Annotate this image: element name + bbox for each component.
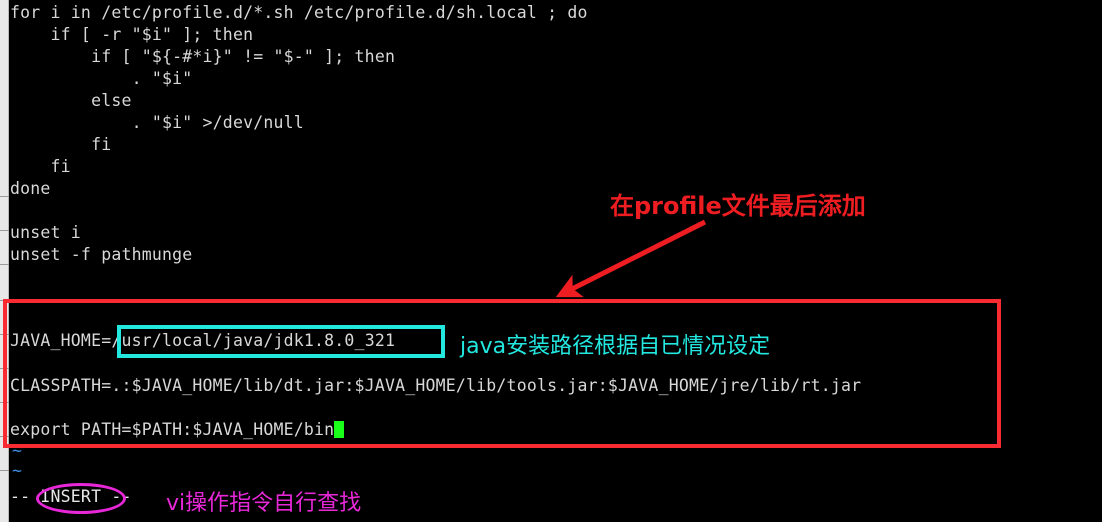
terminal-line: if [ -r "$i" ]; then bbox=[10, 25, 254, 44]
terminal-text-area: for i in /etc/profile.d/*.sh /etc/profil… bbox=[10, 0, 1102, 522]
terminal-line: unset -f pathmunge bbox=[10, 245, 193, 264]
scrollbar-tick bbox=[0, 230, 9, 231]
scrollbar-tick bbox=[0, 402, 9, 403]
terminal-line: else bbox=[10, 91, 132, 110]
scrollbar-tick bbox=[0, 300, 9, 301]
scrollbar-tick bbox=[0, 196, 9, 197]
terminal-line: done bbox=[10, 179, 51, 198]
java-home-prefix: JAVA_HOME= bbox=[10, 331, 112, 350]
java-home-line: JAVA_HOME=/usr/local/java/jdk1.8.0_321 bbox=[10, 330, 395, 352]
empty-line-tilde: ~ bbox=[12, 461, 22, 480]
terminal-line: unset i bbox=[10, 223, 81, 242]
terminal-line: fi bbox=[10, 135, 112, 154]
classpath-line: CLASSPATH=.:$JAVA_HOME/lib/dt.jar:$JAVA_… bbox=[10, 376, 862, 395]
export-path-text: export PATH=$PATH:$JAVA_HOME/bin bbox=[10, 420, 335, 439]
export-path-line: export PATH=$PATH:$JAVA_HOME/bin bbox=[10, 419, 345, 441]
empty-line-tilde: ~ bbox=[12, 441, 22, 460]
java-home-path-value: /usr/local/java/jdk1.8.0_321 bbox=[111, 331, 396, 350]
vertical-scrollbar[interactable] bbox=[0, 0, 9, 522]
annotation-java-path-note: java安装路径根据自已情况设定 bbox=[460, 334, 771, 359]
terminal-line: . "$i" bbox=[10, 69, 193, 88]
annotation-vi-note: vi操作指令自行查找 bbox=[166, 491, 362, 516]
scrollbar-tick bbox=[0, 470, 9, 471]
terminal-line: for i in /etc/profile.d/*.sh /etc/profil… bbox=[10, 3, 588, 22]
terminal-screen: for i in /etc/profile.d/*.sh /etc/profil… bbox=[0, 0, 1102, 522]
scrollbar-tick bbox=[0, 334, 9, 335]
text-cursor bbox=[334, 421, 345, 438]
terminal-line: fi bbox=[10, 157, 71, 176]
scrollbar-tick bbox=[0, 264, 9, 265]
scrollbar-tick bbox=[0, 436, 9, 437]
annotation-profile-note: 在profile文件最后添加 bbox=[610, 192, 866, 220]
terminal-line: if [ "${-#*i}" != "$-" ]; then bbox=[10, 47, 396, 66]
terminal-line: . "$i" >/dev/null bbox=[10, 113, 304, 132]
scrollbar-tick bbox=[0, 368, 9, 369]
vi-status-line: -- INSERT -- bbox=[10, 487, 132, 506]
